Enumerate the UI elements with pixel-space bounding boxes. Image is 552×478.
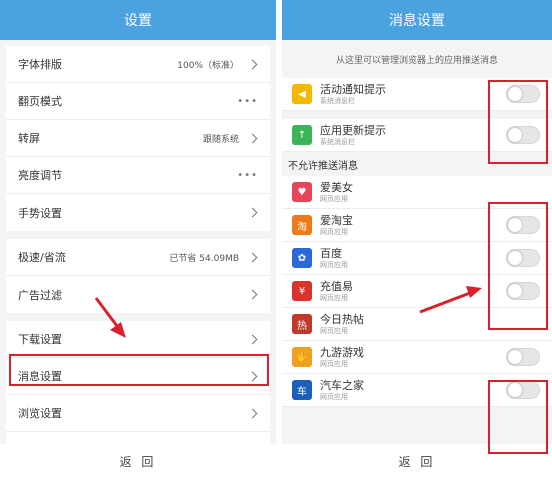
app-text: 今日热帖 网页应用 xyxy=(320,313,540,336)
update-arrow-icon: ↑ xyxy=(292,125,312,145)
app-text: 应用更新提示 系统消息栏 xyxy=(320,124,506,147)
app-name: 充值易 xyxy=(320,279,353,293)
settings-row-label: 亮度调节 xyxy=(18,169,62,182)
app-row: ✋ 九游游戏 网页应用 xyxy=(282,341,552,374)
blocked-section-title: 不允许推送消息 xyxy=(288,160,358,172)
settings-row-label: 手势设置 xyxy=(18,206,62,220)
app-text: 百度 网页应用 xyxy=(320,247,506,270)
settings-title: 设置 xyxy=(0,0,276,40)
app-row: 淘爱淘宝 网页应用 xyxy=(282,209,552,242)
app-subtitle: 网页应用 xyxy=(320,326,348,335)
app-name: 应用更新提示 xyxy=(320,123,386,137)
app-row: 热今日热帖 网页应用 xyxy=(282,308,552,341)
settings-row-label: 广告过滤 xyxy=(18,288,62,302)
more-dots-icon: ••• xyxy=(237,95,258,107)
app-subtitle: 网页应用 xyxy=(320,392,348,401)
settings-row-label: 字体排版 xyxy=(18,58,62,71)
chevron-right-icon xyxy=(247,133,258,143)
heart-icon: ♥ xyxy=(292,182,312,202)
settings-row-label: 翻页模式 xyxy=(18,95,62,108)
app-row: ♥ 爱美女 网页应用 xyxy=(282,176,552,209)
back-button-right[interactable]: 返 回 xyxy=(282,444,552,478)
chevron-right-icon xyxy=(247,408,258,418)
hot-post-icon: 热 xyxy=(292,314,312,334)
app-text: 九游游戏 网页应用 xyxy=(320,346,506,369)
push-toggle[interactable] xyxy=(506,348,540,366)
push-toggle[interactable] xyxy=(506,282,540,300)
app-row: ↑ 应用更新提示 系统消息栏 xyxy=(282,119,552,152)
blocked-list: ♥ 爱美女 网页应用淘爱淘宝 网页应用 ✿ 百度 网页应用 ¥ 充值易 网页应用热今日热帖 网页应用… xyxy=(282,176,552,407)
settings-row[interactable]: 消息设置 xyxy=(6,358,270,395)
push-toggle[interactable] xyxy=(506,216,540,234)
chevron-right-icon xyxy=(247,59,258,69)
app-text: 活动通知提示 系统消息栏 xyxy=(320,83,506,106)
settings-row-label: 极速/省流 xyxy=(18,251,66,264)
app-name: 百度 xyxy=(320,246,342,260)
settings-row-value: 已节省 54.09MB xyxy=(169,253,239,264)
chevron-right-icon xyxy=(247,371,258,381)
app-name: 活动通知提示 xyxy=(320,82,386,96)
allowed-list: ◀ 活动通知提示 系统消息栏 ↑ 应用更新提示 系统消息栏 xyxy=(282,78,552,152)
app-subtitle: 网页应用 xyxy=(320,359,348,368)
app-row: ✿ 百度 网页应用 xyxy=(282,242,552,275)
app-subtitle: 系统消息栏 xyxy=(320,137,355,146)
app-subtitle: 网页应用 xyxy=(320,194,348,203)
settings-row[interactable]: 广告过滤 xyxy=(6,276,270,313)
push-toggle[interactable] xyxy=(506,85,540,103)
app-name: 爱淘宝 xyxy=(320,213,353,227)
message-settings-panel: 消息设置 从这里可以管理浏览器上的应用推送消息 ◀ 活动通知提示 系统消息栏 ↑ 应用更… xyxy=(282,0,552,478)
settings-row[interactable]: 下载设置 xyxy=(6,321,270,358)
recharge-icon: ¥ xyxy=(292,281,312,301)
chevron-right-icon xyxy=(247,334,258,344)
speaker-icon: ◀ xyxy=(292,84,312,104)
message-settings-title: 消息设置 xyxy=(282,0,552,40)
settings-group: 极速/省流 已节省 54.09MB 广告过滤 xyxy=(6,239,270,313)
back-button[interactable]: 返 回 xyxy=(0,444,276,478)
app-row: ¥ 充值易 网页应用 xyxy=(282,275,552,308)
app-text: 充值易 网页应用 xyxy=(320,280,506,303)
push-toggle[interactable] xyxy=(506,126,540,144)
settings-row[interactable]: 手势设置 xyxy=(6,194,270,231)
taobao-icon: 淘 xyxy=(292,215,312,235)
settings-row[interactable]: 字体排版 100%（标准） xyxy=(6,46,270,83)
app-name: 爱美女 xyxy=(320,180,353,194)
app-subtitle: 网页应用 xyxy=(320,227,348,236)
push-toggle[interactable] xyxy=(506,249,540,267)
settings-row[interactable]: 浏览设置 xyxy=(6,395,270,432)
settings-panel: 设置 字体排版 100%（标准） 翻页模式 ••• 转屏 跟随系统亮度调节 ••• 手势设置极… xyxy=(0,0,276,478)
settings-row-label: 下载设置 xyxy=(18,333,62,346)
settings-row[interactable]: 转屏 跟随系统 xyxy=(6,120,270,157)
settings-row-label: 转屏 xyxy=(18,132,40,145)
app-text: 爱淘宝 网页应用 xyxy=(320,214,506,237)
app-name: 汽车之家 xyxy=(320,378,364,392)
app-subtitle: 网页应用 xyxy=(320,293,348,302)
message-settings-description: 从这里可以管理浏览器上的应用推送消息 xyxy=(335,55,498,66)
app-subtitle: 系统消息栏 xyxy=(320,96,355,105)
settings-row[interactable]: 亮度调节 ••• xyxy=(6,157,270,194)
settings-group: 字体排版 100%（标准） 翻页模式 ••• 转屏 跟随系统亮度调节 ••• 手势设置 xyxy=(6,46,270,231)
settings-row-value: 跟随系统 xyxy=(202,134,239,145)
chevron-right-icon xyxy=(247,252,258,262)
row-gap xyxy=(282,111,552,119)
settings-row[interactable]: 极速/省流 已节省 54.09MB xyxy=(6,239,270,276)
settings-row-label: 浏览设置 xyxy=(18,407,62,420)
car-home-icon: 车 xyxy=(292,380,312,400)
app-text: 汽车之家 网页应用 xyxy=(320,379,506,402)
chevron-right-icon xyxy=(247,289,258,300)
app-name: 今日热帖 xyxy=(320,312,364,326)
app-row: 车汽车之家 网页应用 xyxy=(282,374,552,407)
app-subtitle: 网页应用 xyxy=(320,260,348,269)
game-icon: ✋ xyxy=(292,347,312,367)
chevron-right-icon xyxy=(247,207,258,218)
settings-row-label: 消息设置 xyxy=(18,370,62,383)
push-toggle[interactable] xyxy=(506,381,540,399)
app-text: 爱美女 网页应用 xyxy=(320,181,540,204)
app-name: 九游游戏 xyxy=(320,345,364,359)
settings-row[interactable]: 翻页模式 ••• xyxy=(6,83,270,120)
baidu-paw-icon: ✿ xyxy=(292,248,312,268)
app-row: ◀ 活动通知提示 系统消息栏 xyxy=(282,78,552,111)
settings-row-value: 100%（标准） xyxy=(177,60,239,71)
more-dots-icon: ••• xyxy=(237,169,258,181)
